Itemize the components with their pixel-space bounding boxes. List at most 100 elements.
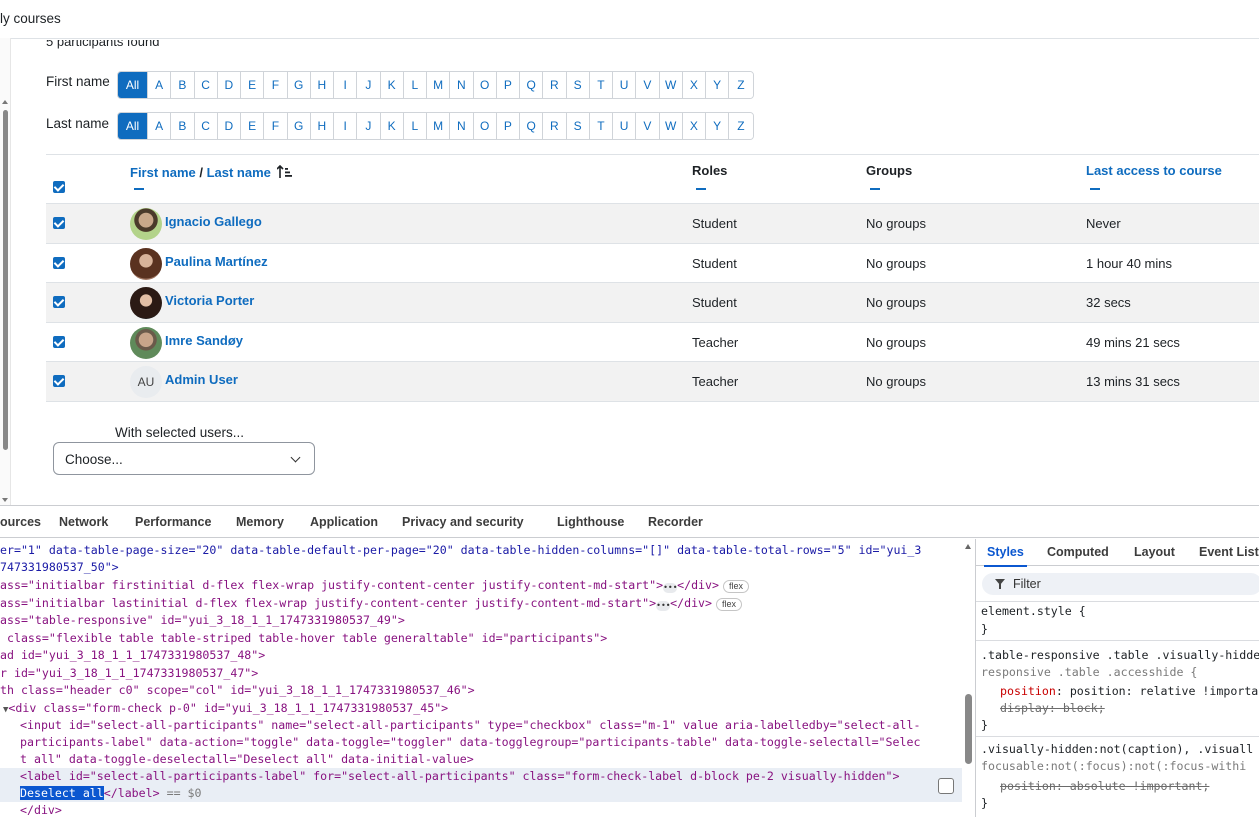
dom-line-selected[interactable]: <label id="select-all-participants-label… [0, 768, 962, 785]
dom-line[interactable]: <input id="select-all-participants" name… [20, 717, 920, 734]
dom-line[interactable]: </div> [20, 802, 62, 817]
last-initial-t[interactable]: T [589, 113, 613, 139]
row-select-checkbox[interactable] [53, 217, 65, 229]
tab-layout[interactable]: Layout [1134, 545, 1175, 559]
first-initial-r[interactable]: R [543, 72, 567, 98]
row-select-checkbox[interactable] [53, 256, 65, 269]
last-initial-g[interactable]: G [287, 113, 311, 139]
tab-network[interactable]: Network [59, 515, 108, 529]
css-declaration[interactable]: position: position: relative !important; [1000, 683, 1259, 700]
first-initial-v[interactable]: V [636, 72, 660, 98]
tab-sources[interactable]: ources [0, 515, 41, 529]
first-initial-h[interactable]: H [310, 72, 334, 98]
last-initial-v[interactable]: V [636, 113, 660, 139]
dom-line[interactable]: ad id="yui_3_18_1_1_1747331980537_48"> [0, 647, 265, 664]
dom-line[interactable]: th class="header c0" scope="col" id="yui… [0, 682, 475, 699]
tab-lighthouse[interactable]: Lighthouse [557, 515, 624, 529]
element-style-selector[interactable]: element.style { [981, 603, 1086, 620]
tab-event-listeners[interactable]: Event List [1199, 545, 1259, 559]
scrollbar-thumb[interactable] [965, 694, 972, 764]
participant-name-link[interactable]: Imre Sandøy [165, 333, 243, 348]
tab-styles[interactable]: Styles [984, 545, 1027, 567]
participant-name-link[interactable]: Ignacio Gallego [165, 214, 262, 229]
last-initial-all[interactable]: All [118, 113, 148, 139]
tab-recorder[interactable]: Recorder [648, 515, 703, 529]
last-initial-f[interactable]: F [264, 113, 288, 139]
row-select-checkbox[interactable] [53, 296, 65, 309]
last-initial-u[interactable]: U [613, 113, 637, 139]
collapse-column-icon[interactable] [1090, 188, 1100, 190]
dom-line[interactable]: ass="initialbar lastinitial d-flex flex-… [0, 595, 743, 612]
last-initial-y[interactable]: Y [706, 113, 730, 139]
first-initial-b[interactable]: B [171, 72, 195, 98]
dom-line[interactable]: participants-label" data-action="toggle"… [20, 734, 920, 751]
bulk-action-select[interactable]: Choose... [53, 442, 315, 475]
last-initial-h[interactable]: H [310, 113, 334, 139]
first-initial-g[interactable]: G [287, 72, 311, 98]
last-initial-e[interactable]: E [241, 113, 265, 139]
last-initial-c[interactable]: C [194, 113, 218, 139]
first-initial-l[interactable]: L [403, 72, 427, 98]
last-initial-s[interactable]: S [566, 113, 590, 139]
last-initial-w[interactable]: W [659, 113, 683, 139]
sort-last-access-link[interactable]: Last access to course [1086, 163, 1222, 178]
first-initial-c[interactable]: C [194, 72, 218, 98]
first-initial-x[interactable]: X [682, 72, 706, 98]
first-initial-e[interactable]: E [241, 72, 265, 98]
flex-badge[interactable]: flex [716, 598, 743, 611]
collapse-column-icon[interactable] [696, 188, 706, 190]
sort-last-name-link[interactable]: Last name [207, 165, 271, 180]
dom-scrollbar[interactable] [962, 539, 975, 817]
first-initial-q[interactable]: Q [520, 72, 544, 98]
ellipsis-icon[interactable]: ••• [663, 583, 678, 593]
participant-name-link[interactable]: Admin User [165, 372, 238, 387]
page-scrollbar[interactable] [0, 38, 11, 505]
last-initial-a[interactable]: A [148, 113, 172, 139]
first-initial-p[interactable]: P [496, 72, 520, 98]
participant-name-link[interactable]: Victoria Porter [165, 293, 254, 308]
copy-icon[interactable] [938, 778, 954, 794]
last-initial-x[interactable]: X [682, 113, 706, 139]
dom-line[interactable]: class="flexible table table-striped tabl… [0, 630, 607, 647]
last-initial-o[interactable]: O [473, 113, 497, 139]
dom-line-selected[interactable]: Deselect all</label> == $0 [0, 785, 962, 802]
dom-tree[interactable]: er="1" data-table-page-size="20" data-ta… [0, 539, 975, 817]
row-select-checkbox[interactable] [53, 335, 65, 348]
scrollbar-thumb[interactable] [3, 110, 8, 450]
dom-line-expanded[interactable]: ▼<div class="form-check p-0" id="yui_3_1… [3, 700, 448, 717]
tab-performance[interactable]: Performance [135, 515, 211, 529]
dom-line[interactable]: er="1" data-table-page-size="20" data-ta… [0, 542, 921, 559]
last-initial-m[interactable]: M [427, 113, 451, 139]
last-initial-r[interactable]: R [543, 113, 567, 139]
first-initial-m[interactable]: M [427, 72, 451, 98]
ellipsis-icon[interactable]: ••• [656, 601, 671, 611]
styles-filter-input[interactable]: Filter [982, 573, 1259, 595]
dom-line[interactable]: r id="yui_3_18_1_1_1747331980537_47"> [0, 665, 258, 682]
first-initial-a[interactable]: A [148, 72, 172, 98]
breadcrumb-my-courses[interactable]: ly courses [0, 11, 61, 26]
rule-selector[interactable]: focusable:not(:focus):not(:focus-withi [981, 758, 1246, 775]
last-initial-b[interactable]: B [171, 113, 195, 139]
last-initial-k[interactable]: K [380, 113, 404, 139]
first-initial-k[interactable]: K [380, 72, 404, 98]
first-initial-n[interactable]: N [450, 72, 474, 98]
first-initial-y[interactable]: Y [706, 72, 730, 98]
row-select-checkbox[interactable] [53, 375, 65, 388]
first-initial-i[interactable]: I [334, 72, 358, 98]
dom-line[interactable]: 747331980537_50"> [0, 559, 119, 576]
selected-text-node[interactable]: Deselect all [20, 786, 104, 800]
rule-selector[interactable]: responsive .table .accesshide { [981, 664, 1197, 681]
tab-computed[interactable]: Computed [1047, 545, 1109, 559]
collapse-column-icon[interactable] [870, 188, 880, 190]
first-initial-all[interactable]: All [118, 72, 148, 98]
first-initial-u[interactable]: U [613, 72, 637, 98]
tab-memory[interactable]: Memory [236, 515, 284, 529]
participant-name-link[interactable]: Paulina Martínez [165, 254, 268, 269]
last-initial-j[interactable]: J [357, 113, 381, 139]
first-initial-z[interactable]: Z [729, 72, 753, 98]
css-declaration-overridden[interactable]: display: block; [1000, 700, 1105, 717]
scroll-down-icon[interactable] [2, 498, 8, 502]
collapse-column-icon[interactable] [134, 188, 144, 190]
sort-ascending-icon[interactable] [275, 164, 293, 179]
sort-first-name-link[interactable]: First name [130, 165, 196, 180]
